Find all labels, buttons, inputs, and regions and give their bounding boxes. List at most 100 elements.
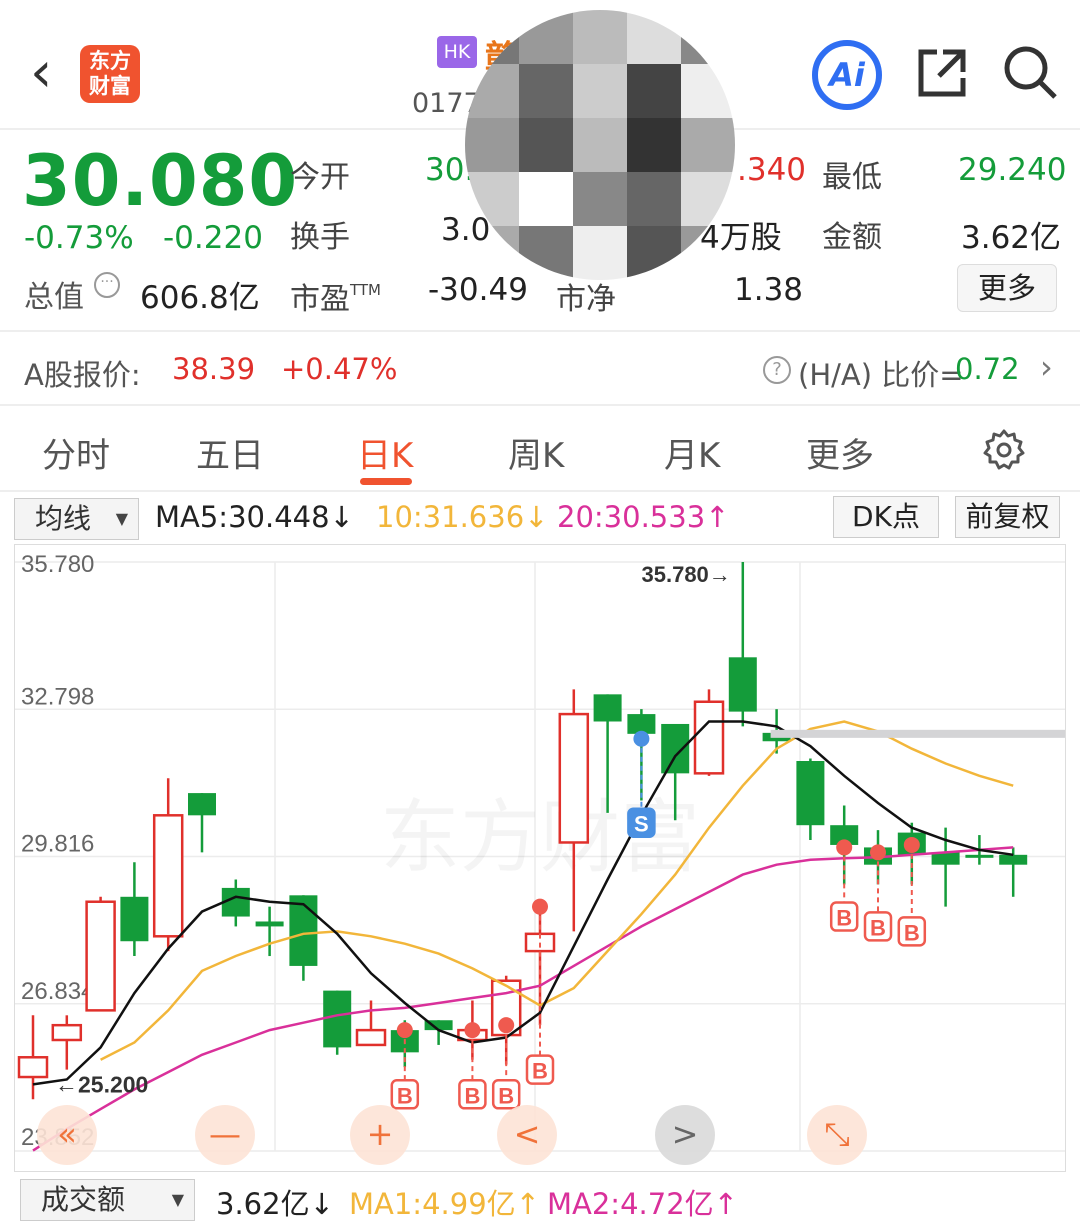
a-share-change: +0.47% — [281, 352, 398, 386]
tab-daily-k[interactable]: 日K — [357, 428, 413, 477]
candle-body-down — [289, 895, 318, 966]
market-value-label: 总值 — [24, 280, 84, 315]
y-tick-label: 35.780 — [21, 551, 94, 578]
signal-dot — [870, 844, 886, 861]
candle-body-down — [120, 896, 149, 942]
tab-intraday[interactable]: 分时 — [42, 428, 110, 477]
mosaic-tile — [627, 118, 681, 172]
mosaic-tile — [681, 64, 735, 118]
control-glyph: ⤡ — [824, 1115, 850, 1153]
low-label: 最低 — [822, 160, 882, 195]
candle-body-down — [188, 793, 216, 816]
privacy-mosaic — [465, 10, 735, 280]
buy-signal-label: B — [498, 1083, 514, 1108]
ma5-value: MA5:30.448↓ — [155, 500, 354, 534]
tab-monthly-k[interactable]: 月K — [664, 428, 720, 477]
candle-body-up — [355, 1028, 387, 1047]
chevron-right-icon[interactable]: › — [1040, 348, 1053, 386]
a-share-quote-row[interactable]: A股报价: 38.39 +0.47% ? (H/A) 比价= 0.72 › — [0, 334, 1080, 406]
max-price-label: 35.780→ — [642, 562, 731, 587]
change-amount: -0.220 — [163, 220, 263, 256]
tab-five-day[interactable]: 五日 — [196, 428, 264, 477]
candle-body-up — [558, 712, 590, 844]
help-icon[interactable]: ? — [763, 356, 791, 384]
pb-label: 市净 — [556, 282, 616, 317]
more-info-icon[interactable]: ··· — [94, 272, 120, 298]
control-glyph: « — [57, 1115, 77, 1153]
dk-points-button[interactable]: DK点 — [833, 496, 939, 538]
candle-body-down — [999, 854, 1028, 865]
last-price: 30.080 — [22, 140, 299, 222]
candle-body-down — [593, 694, 622, 722]
mosaic-tile — [573, 226, 627, 280]
mosaic-tile — [573, 10, 627, 64]
more-quote-button[interactable]: 更多 — [957, 264, 1057, 312]
mosaic-tile — [519, 10, 573, 64]
scroll-right-icon[interactable]: > — [655, 1105, 715, 1165]
volume-selector[interactable]: 成交额 ▼ — [20, 1179, 195, 1221]
chart-period-tabs: 分时 五日 日K 周K 月K 更多 — [0, 408, 1080, 492]
zoom-out-icon[interactable]: — — [195, 1105, 255, 1165]
candle-body-down — [323, 990, 352, 1048]
signal-dot — [396, 1022, 413, 1039]
gear-icon[interactable] — [982, 428, 1026, 472]
turnover-label: 换手 — [290, 220, 350, 255]
mosaic-tile — [465, 118, 519, 172]
signal-dot — [464, 1022, 481, 1039]
low-value: 29.240 — [958, 152, 1067, 188]
kline-svg: 35.78032.79829.81626.83423.852 东方财富 BBBB… — [15, 551, 1065, 1165]
volume-indicator-row: 成交额 ▼ 3.62亿↓ MA1:4.99亿↑ MA2:4.72亿↑ — [0, 1175, 1080, 1229]
pe-value: -30.49 — [428, 272, 528, 308]
candle-body-down — [255, 921, 284, 927]
candle-body-up — [693, 700, 725, 775]
turnover-value: 3.0 — [441, 212, 491, 248]
mosaic-tile — [681, 10, 735, 64]
back-chevron-icon[interactable]: ‹ — [30, 45, 70, 105]
mosaic-tile — [627, 172, 681, 226]
volume-value: 3.62亿↓ — [216, 1187, 334, 1221]
candle-body-up — [152, 814, 184, 938]
control-glyph: + — [367, 1115, 394, 1153]
buy-signal-label: B — [532, 1059, 548, 1084]
zoom-in-icon[interactable]: + — [350, 1105, 410, 1165]
share-icon[interactable] — [915, 46, 969, 100]
watermark: 东方财富 — [380, 793, 700, 882]
market-value: 606.8亿 — [140, 280, 260, 316]
rewind-icon[interactable]: « — [37, 1105, 97, 1165]
buy-signal-label: B — [870, 915, 886, 940]
resistance-band — [770, 729, 1065, 738]
chart-controls: « — + < > ⤡ — [37, 1105, 867, 1165]
sell-signal-label: S — [634, 812, 649, 837]
candle-body-down — [728, 657, 757, 712]
tab-weekly-k[interactable]: 周K — [508, 428, 564, 477]
y-tick-label: 29.816 — [21, 831, 94, 858]
indicator-selector[interactable]: 均线 ▼ — [14, 498, 139, 540]
adjust-mode-button[interactable]: 前复权 — [955, 496, 1060, 538]
kline-chart[interactable]: 35.78032.79829.81626.83423.852 东方财富 BBBB… — [14, 544, 1066, 1172]
buy-signal-label: B — [836, 906, 852, 931]
candle-body-down — [661, 723, 690, 774]
buy-signal-label: B — [904, 920, 920, 945]
scroll-left-icon[interactable]: < — [497, 1105, 557, 1165]
app-logo-text: 东方 财富 — [89, 49, 131, 98]
volume-ma2: MA2:4.72亿↑ — [547, 1187, 738, 1221]
candle-body-down — [796, 760, 825, 826]
mosaic-tile — [681, 118, 735, 172]
moving-average-row: 均线 ▼ MA5:30.448↓ 10:31.636↓ 20:30.533↑ D… — [0, 494, 1080, 544]
ha-ratio-label: (H/A) 比价= — [798, 358, 964, 392]
candle-body-up — [51, 1023, 83, 1042]
volume-ma1: MA1:4.99亿↑ — [349, 1187, 540, 1221]
search-icon[interactable] — [1002, 44, 1058, 100]
fullscreen-icon[interactable]: ⤡ — [807, 1105, 867, 1165]
candle-body-up — [85, 900, 116, 1012]
control-glyph: > — [672, 1115, 699, 1153]
y-tick-label: 32.798 — [21, 683, 94, 710]
buy-signal-label: B — [397, 1083, 413, 1108]
dropdown-caret-icon: ▼ — [115, 509, 128, 528]
pe-label-text: 市盈 — [290, 282, 350, 317]
mosaic-tile — [627, 64, 681, 118]
ha-ratio-value: 0.72 — [955, 352, 1020, 386]
dropdown-caret-icon: ▼ — [171, 1190, 184, 1209]
ai-assistant-button[interactable]: Ai — [812, 40, 882, 110]
tab-more[interactable]: 更多 — [806, 428, 874, 477]
